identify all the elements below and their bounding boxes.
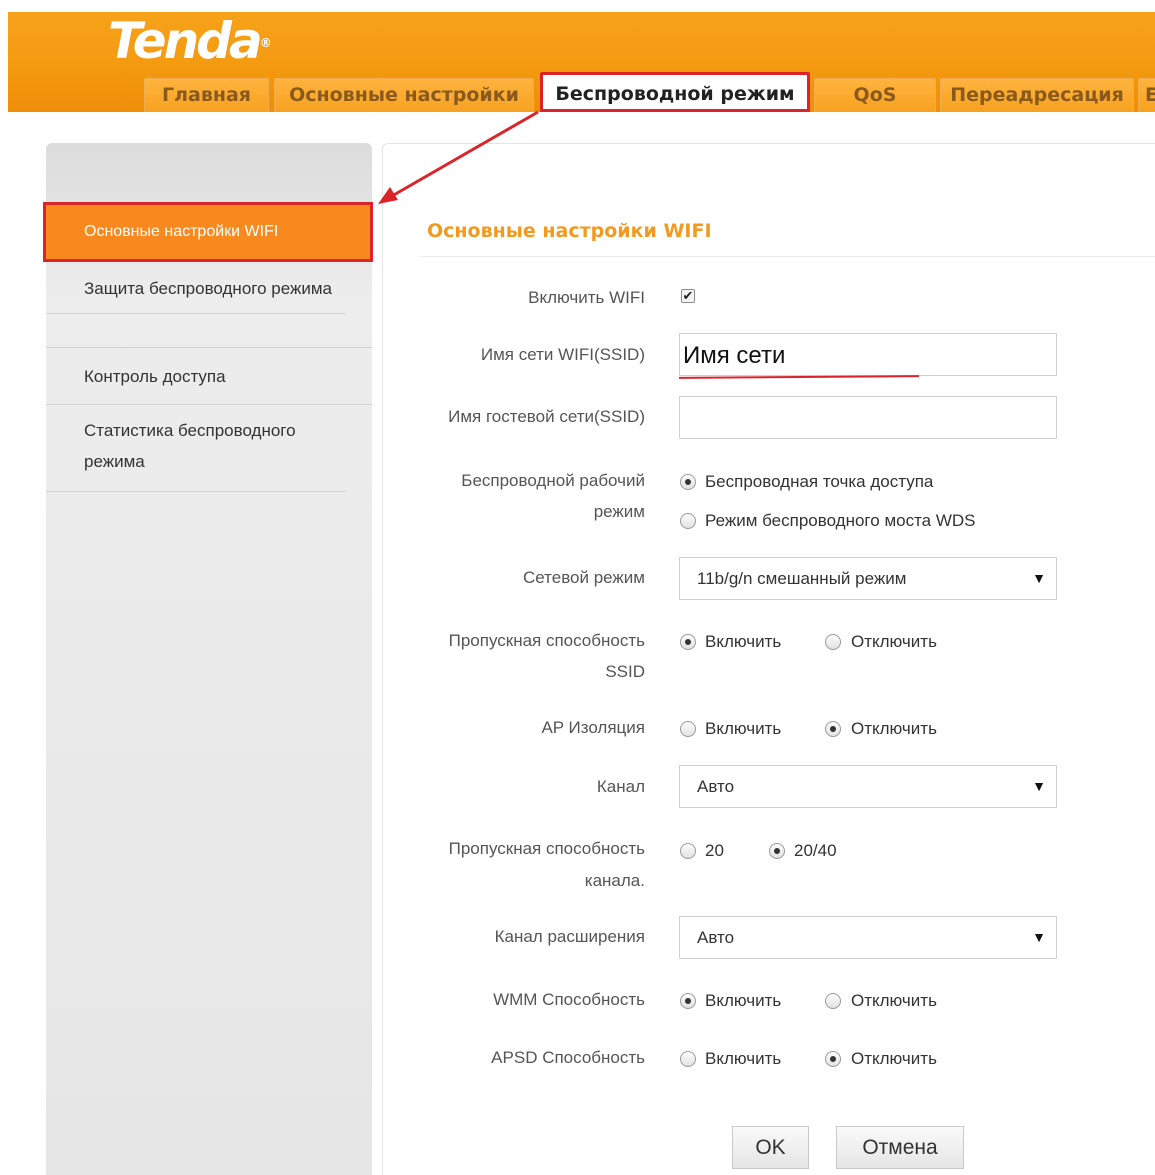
wmm-off-label: Отключить — [851, 991, 937, 1010]
guest-ssid-label: Имя гостевой сети(SSID) — [448, 407, 645, 426]
channel-select[interactable]: Авто ▼ — [679, 765, 1057, 808]
tab-more[interactable]: Е — [1138, 78, 1155, 112]
enable-wifi-checkbox[interactable]: ✔ — [681, 289, 695, 303]
tab-basic-settings[interactable]: Основные настройки — [274, 78, 534, 112]
ap-isolation-off-radio[interactable] — [825, 721, 841, 737]
network-mode-value: 11b/g/n смешанный режим — [697, 569, 907, 588]
ap-isolation-on-radio[interactable] — [680, 721, 696, 737]
network-mode-select[interactable]: 11b/g/n смешанный режим ▼ — [679, 557, 1057, 600]
wireless-mode-wds-radio[interactable] — [680, 513, 696, 529]
annotation-underline — [678, 375, 920, 379]
ssid-label: Имя сети WIFI(SSID) — [480, 345, 645, 364]
wmm-on-radio[interactable] — [680, 993, 696, 1009]
extension-channel-label: Канал расширения — [494, 927, 645, 946]
tab-qos[interactable]: QoS — [814, 78, 936, 112]
channel-value: Авто — [697, 777, 735, 796]
wmm-off-radio[interactable] — [825, 993, 841, 1009]
wmm-label: WMM Способность — [493, 990, 645, 1009]
main-nav-tabs: Главная Основные настройки Беспроводной … — [138, 68, 1155, 112]
bandwidth-20-radio[interactable] — [680, 843, 696, 859]
wireless-mode-label: Беспроводной рабочий — [461, 471, 645, 490]
top-header: Tenda® Главная Основные настройки Беспро… — [8, 12, 1155, 112]
chevron-down-icon: ▼ — [1032, 929, 1046, 945]
ssid-broadcast-label-2: SSID — [605, 662, 645, 681]
sidebar: Основные настройки WIFI Защита беспровод… — [43, 143, 373, 1175]
ap-isolation-label: AP Изоляция — [541, 718, 645, 737]
chevron-down-icon: ▼ — [1032, 570, 1046, 586]
tab-port-forwarding[interactable]: Переадресация — [940, 78, 1134, 112]
extension-channel-value: Авто — [697, 928, 735, 947]
ssid-broadcast-on-label: Включить — [705, 632, 782, 651]
sidebar-item-wireless-security[interactable]: Защита беспроводного режима — [46, 271, 346, 314]
tab-home[interactable]: Главная — [144, 78, 269, 112]
bandwidth-20-label: 20 — [705, 841, 724, 860]
wireless-mode-ap-label: Беспроводная точка доступа — [705, 472, 934, 491]
apsd-off-label: Отключить — [851, 1049, 937, 1068]
wireless-mode-wds-label: Режим беспроводного моста WDS — [705, 511, 976, 530]
channel-bandwidth-label-2: канала. — [584, 871, 645, 890]
network-mode-label: Сетевой режим — [522, 568, 645, 587]
bandwidth-2040-label: 20/40 — [794, 841, 837, 860]
apsd-on-label: Включить — [705, 1049, 782, 1068]
wireless-mode-ap-radio[interactable] — [680, 474, 696, 490]
apsd-on-radio[interactable] — [680, 1051, 696, 1067]
channel-label: Канал — [596, 777, 645, 796]
ssid-input[interactable]: Имя сети — [679, 333, 1057, 376]
sidebar-item-access-control[interactable]: Контроль доступа — [46, 347, 372, 405]
apsd-off-radio[interactable] — [825, 1051, 841, 1067]
ssid-broadcast-off-radio[interactable] — [825, 634, 841, 650]
sidebar-item-wifi-basic[interactable]: Основные настройки WIFI — [43, 202, 373, 262]
apsd-label: APSD Способность — [491, 1048, 645, 1067]
chevron-down-icon: ▼ — [1032, 778, 1046, 794]
channel-bandwidth-label: Пропускная способность — [448, 839, 645, 858]
ssid-broadcast-label: Пропускная способность — [448, 631, 645, 650]
extension-channel-select[interactable]: Авто ▼ — [679, 916, 1057, 959]
ssid-broadcast-on-radio[interactable] — [680, 634, 696, 650]
settings-panel: Основные настройки WIFI Включить WIFI ✔ … — [382, 143, 1155, 1175]
cancel-button[interactable]: Отмена — [836, 1126, 964, 1169]
guest-ssid-input[interactable] — [679, 396, 1057, 439]
sidebar-item-wireless-stats[interactable]: Статистика беспроводного режима — [46, 415, 346, 492]
tab-wireless[interactable]: Беспроводной режим — [540, 72, 810, 112]
enable-wifi-label: Включить WIFI — [528, 288, 645, 307]
wmm-on-label: Включить — [705, 991, 782, 1010]
tenda-logo: Tenda® — [108, 12, 272, 70]
ssid-broadcast-off-label: Отключить — [851, 632, 937, 651]
ap-isolation-off-label: Отключить — [851, 719, 937, 738]
ap-isolation-on-label: Включить — [705, 719, 782, 738]
wireless-mode-label-2: режим — [593, 502, 645, 521]
ok-button[interactable]: OK — [732, 1126, 809, 1169]
bandwidth-2040-radio[interactable] — [769, 843, 785, 859]
title-divider — [419, 256, 1155, 257]
page-title: Основные настройки WIFI — [427, 220, 712, 242]
